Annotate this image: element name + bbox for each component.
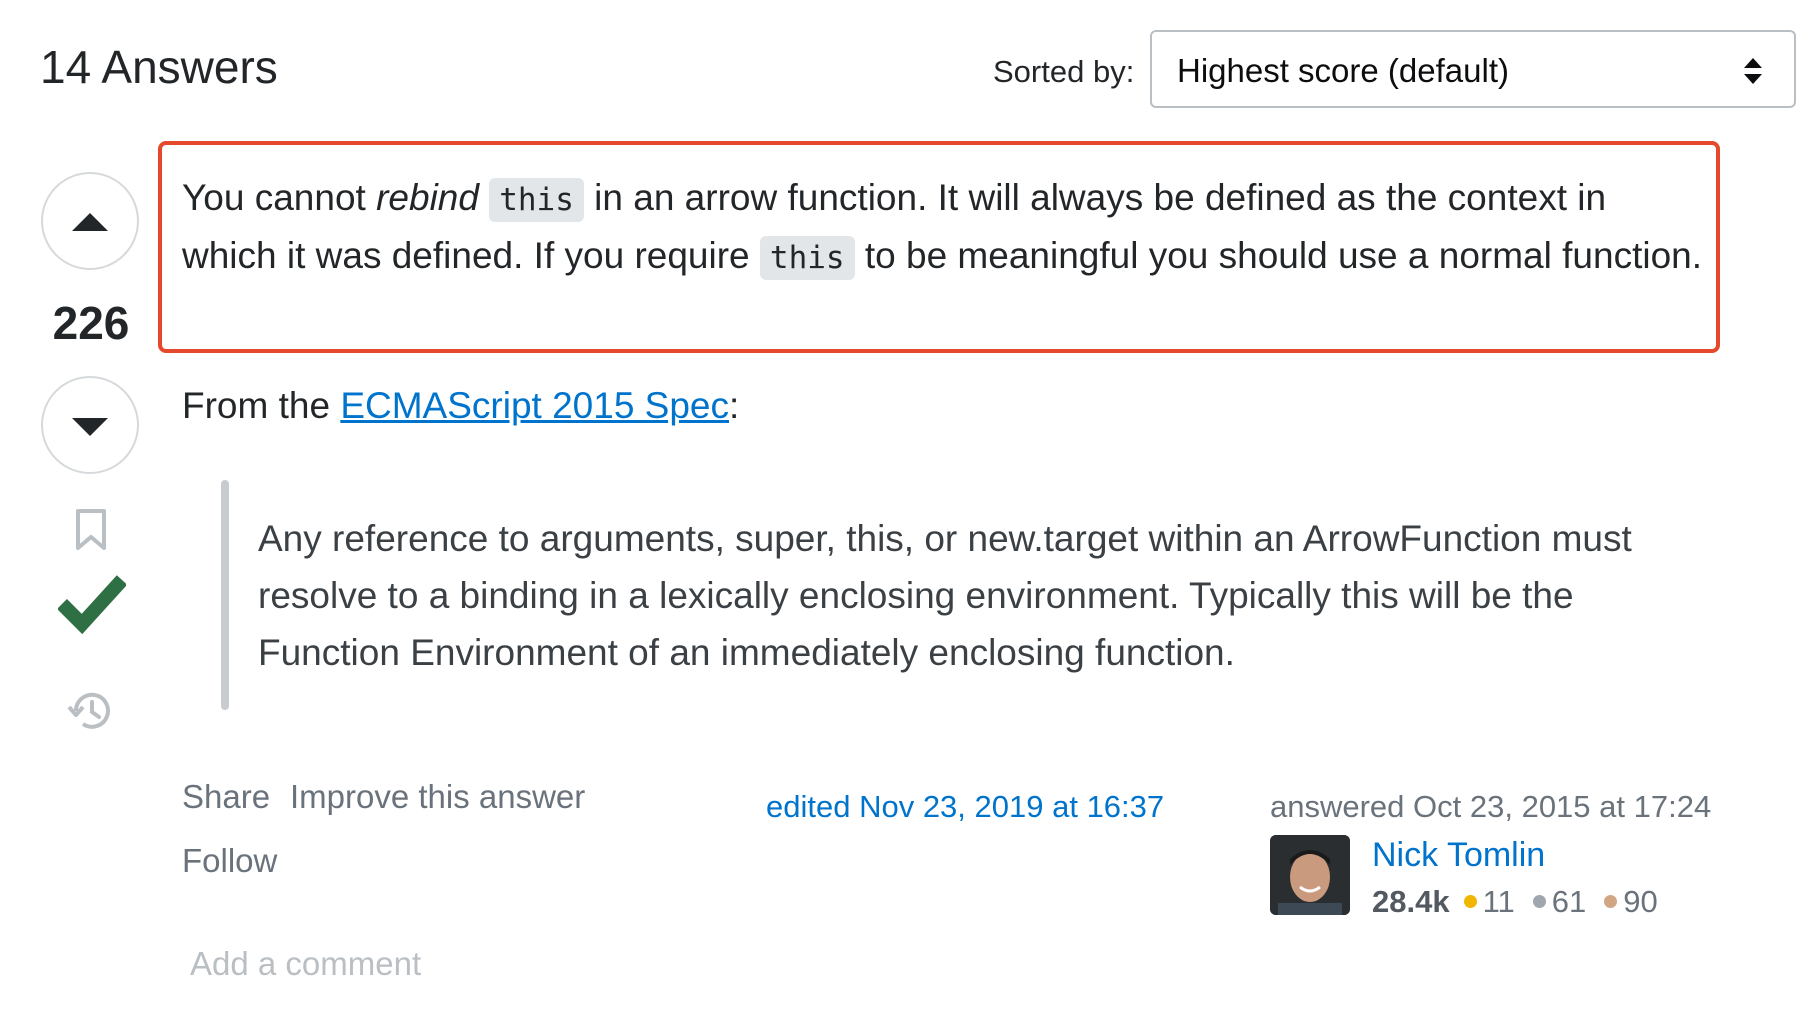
upvote-icon xyxy=(72,213,108,231)
share-link[interactable]: Share xyxy=(182,778,270,816)
answered-timestamp: answered Oct 23, 2015 at 17:24 xyxy=(1270,789,1712,824)
gold-badge-icon xyxy=(1463,895,1477,909)
avatar-image xyxy=(1270,835,1350,915)
inline-code-this: this xyxy=(489,178,584,222)
accepted-check-icon xyxy=(58,575,126,634)
reputation-score: 28.4k xyxy=(1372,884,1450,919)
silver-badge-count: 61 xyxy=(1551,884,1587,919)
para1-emphasis: rebind xyxy=(376,177,479,218)
blockquote-text: Any reference to arguments, super, this,… xyxy=(258,518,1632,673)
answers-count-heading: 14 Answers xyxy=(40,41,278,93)
user-name-link[interactable]: Nick Tomlin xyxy=(1372,836,1545,875)
para2-prefix: From the xyxy=(182,385,341,426)
improve-answer-link[interactable]: Improve this answer xyxy=(290,778,585,816)
bronze-badge-count: 90 xyxy=(1623,884,1658,919)
silver-badge-icon xyxy=(1532,895,1546,909)
sort-select[interactable]: Highest score (default) xyxy=(1150,30,1796,108)
add-comment-link[interactable]: Add a comment xyxy=(190,945,421,983)
answer-paragraph-1: You cannot rebind this in an arrow funct… xyxy=(182,170,1702,286)
para1-text-4: to be meaningful you should use a normal… xyxy=(854,235,1703,276)
sort-arrows-icon xyxy=(1744,58,1762,84)
blockquote-bar xyxy=(221,480,229,710)
edited-timestamp-link[interactable]: edited Nov 23, 2019 at 16:37 xyxy=(766,789,1164,825)
vote-score: 226 xyxy=(52,297,130,349)
inline-code-this-2: this xyxy=(759,236,855,280)
avatar[interactable] xyxy=(1270,835,1350,915)
downvote-button[interactable] xyxy=(41,376,139,474)
user-reputation-row: 28.4k 11 61 90 xyxy=(1372,884,1658,920)
bookmark-icon[interactable] xyxy=(74,508,108,552)
bronze-badge-icon xyxy=(1604,895,1618,909)
ecmascript-spec-link[interactable]: ECMAScript 2015 Spec xyxy=(340,385,729,426)
sort-select-value: Highest score (default) xyxy=(1177,52,1509,89)
downvote-icon xyxy=(72,418,108,436)
answer-paragraph-2: From the ECMAScript 2015 Spec: xyxy=(182,385,739,427)
para2-suffix: : xyxy=(729,385,740,426)
follow-link[interactable]: Follow xyxy=(182,842,277,880)
history-icon[interactable] xyxy=(66,688,114,734)
gold-badge-count: 11 xyxy=(1482,884,1515,919)
para1-text-2 xyxy=(479,177,489,218)
sorted-by-label: Sorted by: xyxy=(993,54,1135,89)
upvote-button[interactable] xyxy=(41,172,139,270)
para1-text-1: You cannot xyxy=(182,177,377,218)
